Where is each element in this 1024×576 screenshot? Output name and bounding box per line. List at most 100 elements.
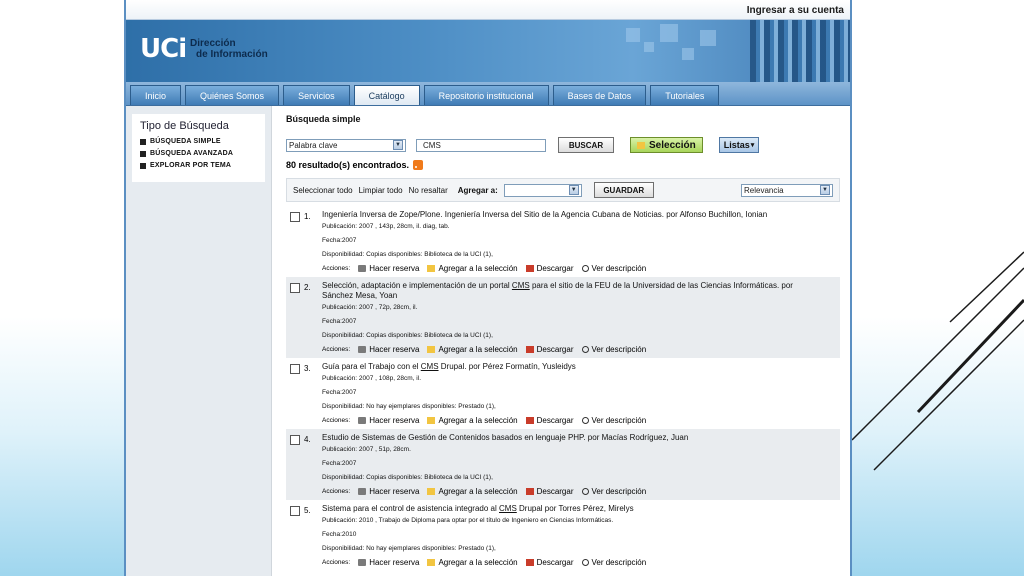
pdf-icon: [525, 265, 534, 272]
download-link[interactable]: Descargar: [525, 416, 574, 425]
result-publication: Publicación: 2007 , 51p, 28cm.: [322, 446, 411, 453]
pdf-icon: [525, 559, 534, 566]
select-all-link[interactable]: Seleccionar todo: [293, 186, 353, 195]
add-to-selection-link[interactable]: Agregar a la selección: [427, 345, 518, 354]
reserve-icon: [358, 265, 367, 272]
view-description-link[interactable]: Ver descripción: [581, 345, 646, 354]
zoom-icon: [581, 346, 589, 353]
view-description-link[interactable]: Ver descripción: [581, 264, 646, 273]
result-title[interactable]: Selección, adaptación e implementación d…: [322, 281, 820, 301]
result-title[interactable]: Ingeniería Inversa de Zope/Plone. Ingeni…: [322, 210, 820, 220]
result-item: 3. Guía para el Trabajo con el CMS Drupa…: [286, 358, 840, 429]
save-button[interactable]: GUARDAR: [593, 182, 654, 198]
dropdown-arrow-icon: ▾: [750, 142, 755, 149]
add-to-select[interactable]: ▼: [503, 183, 582, 197]
add-to-selection-link[interactable]: Agregar a la selección: [427, 487, 518, 496]
result-checkbox[interactable]: [290, 364, 300, 374]
download-link[interactable]: Descargar: [525, 264, 574, 273]
selection-button[interactable]: Selección: [630, 137, 703, 153]
tab-servicios[interactable]: Servicios: [283, 85, 350, 105]
sidebar-item-busqueda-avanzada[interactable]: BÚSQUEDA AVANZADA: [140, 150, 259, 157]
sort-select[interactable]: Relevancia ▼: [741, 183, 833, 197]
logo-subtitle: Dirección de Información: [190, 38, 268, 60]
result-checkbox[interactable]: [290, 283, 300, 293]
chevron-down-icon: ▼: [820, 185, 830, 195]
reserve-link[interactable]: Hacer reserva: [358, 345, 419, 354]
banner-photo: [750, 20, 850, 82]
sidebar-item-explorar-por-tema[interactable]: EXPLORAR POR TEMA: [140, 162, 259, 169]
reserve-link[interactable]: Hacer reserva: [358, 487, 419, 496]
results-list: 1. Ingeniería Inversa de Zope/Plone. Ing…: [286, 206, 840, 571]
reserve-link[interactable]: Hacer reserva: [358, 558, 419, 567]
result-number: 4.: [304, 435, 311, 444]
lists-button[interactable]: Listas ▾: [718, 137, 760, 153]
view-description-link[interactable]: Ver descripción: [581, 416, 646, 425]
bullet-icon: [140, 138, 146, 145]
result-title[interactable]: Estudio de Sistemas de Gestión de Conten…: [322, 433, 820, 443]
clear-all-link[interactable]: Limpiar todo: [359, 186, 403, 195]
add-to-selection-link[interactable]: Agregar a la selección: [427, 558, 518, 567]
tab-quienes-somos[interactable]: Quiénes Somos: [185, 85, 280, 105]
result-checkbox[interactable]: [290, 212, 300, 222]
rss-icon[interactable]: [413, 160, 424, 170]
result-actions: Acciones: Hacer reserva Agregar a la sel…: [322, 264, 647, 273]
no-highlight-link[interactable]: No resaltar: [409, 186, 448, 195]
search-field-select[interactable]: Palabra clave ▼: [286, 138, 406, 152]
result-publication: Publicación: 2007 , 72p, 28cm, il.: [322, 304, 418, 311]
result-title[interactable]: Sistema para el control de asistencia in…: [322, 504, 820, 514]
result-item: 1. Ingeniería Inversa de Zope/Plone. Ing…: [286, 206, 840, 277]
top-bar: Ingresar a su cuenta: [126, 0, 850, 20]
browser-page: Ingresar a su cuenta UCi Dirección de In…: [124, 0, 852, 576]
result-publication: Publicación: 2010 , Trabajo de Diploma p…: [322, 517, 614, 524]
search-button[interactable]: BUSCAR: [558, 137, 614, 153]
result-date: Fecha:2007: [322, 237, 357, 244]
result-title[interactable]: Guía para el Trabajo con el CMS Drupal. …: [322, 362, 820, 372]
download-link[interactable]: Descargar: [525, 345, 574, 354]
result-actions: Acciones: Hacer reserva Agregar a la sel…: [322, 487, 647, 496]
result-count: 80 resultado(s) encontrados.: [286, 160, 840, 170]
result-actions: Acciones: Hacer reserva Agregar a la sel…: [322, 345, 647, 354]
result-number: 1.: [304, 212, 311, 221]
sidebar-title: Tipo de Búsqueda: [140, 120, 229, 132]
result-item: 4. Estudio de Sistemas de Gestión de Con…: [286, 429, 840, 500]
reserve-icon: [358, 488, 367, 495]
zoom-icon: [581, 559, 589, 566]
result-actions: Acciones: Hacer reserva Agregar a la sel…: [322, 558, 647, 567]
uci-logo[interactable]: UCi: [140, 34, 187, 64]
view-description-link[interactable]: Ver descripción: [581, 558, 646, 567]
tab-tutoriales[interactable]: Tutoriales: [650, 85, 720, 105]
sidebar: Tipo de Búsqueda BÚSQUEDA SIMPLE BÚSQUED…: [126, 106, 272, 576]
pdf-icon: [525, 346, 534, 353]
reserve-icon: [358, 346, 367, 353]
result-checkbox[interactable]: [290, 506, 300, 516]
download-link[interactable]: Descargar: [525, 487, 574, 496]
result-publication: Publicación: 2007 , 108p, 28cm, il.: [322, 375, 422, 382]
result-date: Fecha:2007: [322, 389, 357, 396]
folder-icon: [427, 417, 436, 424]
reserve-link[interactable]: Hacer reserva: [358, 416, 419, 425]
folder-icon: [427, 559, 436, 566]
main-nav: Inicio Quiénes Somos Servicios Catálogo …: [126, 82, 850, 106]
search-input[interactable]: CMS: [416, 138, 546, 152]
tab-inicio[interactable]: Inicio: [130, 85, 182, 105]
result-date: Fecha:2007: [322, 318, 357, 325]
pdf-icon: [525, 417, 534, 424]
bullet-icon: [140, 150, 146, 157]
result-availability: Disponibilidad: Copias disponibles: Bibl…: [322, 332, 493, 339]
tab-catalogo[interactable]: Catálogo: [353, 85, 420, 105]
chevron-down-icon: ▼: [393, 140, 403, 150]
folder-icon: [427, 346, 436, 353]
sidebar-item-busqueda-simple[interactable]: BÚSQUEDA SIMPLE: [140, 138, 259, 145]
result-checkbox[interactable]: [290, 435, 300, 445]
result-number: 5.: [304, 506, 311, 515]
add-to-selection-link[interactable]: Agregar a la selección: [427, 264, 518, 273]
login-link[interactable]: Ingresar a su cuenta: [747, 5, 844, 16]
reserve-icon: [358, 559, 367, 566]
view-description-link[interactable]: Ver descripción: [581, 487, 646, 496]
bullet-icon: [140, 162, 146, 169]
reserve-link[interactable]: Hacer reserva: [358, 264, 419, 273]
add-to-selection-link[interactable]: Agregar a la selección: [427, 416, 518, 425]
tab-repositorio[interactable]: Repositorio institucional: [423, 85, 549, 105]
tab-bases-de-datos[interactable]: Bases de Datos: [552, 85, 647, 105]
download-link[interactable]: Descargar: [525, 558, 574, 567]
